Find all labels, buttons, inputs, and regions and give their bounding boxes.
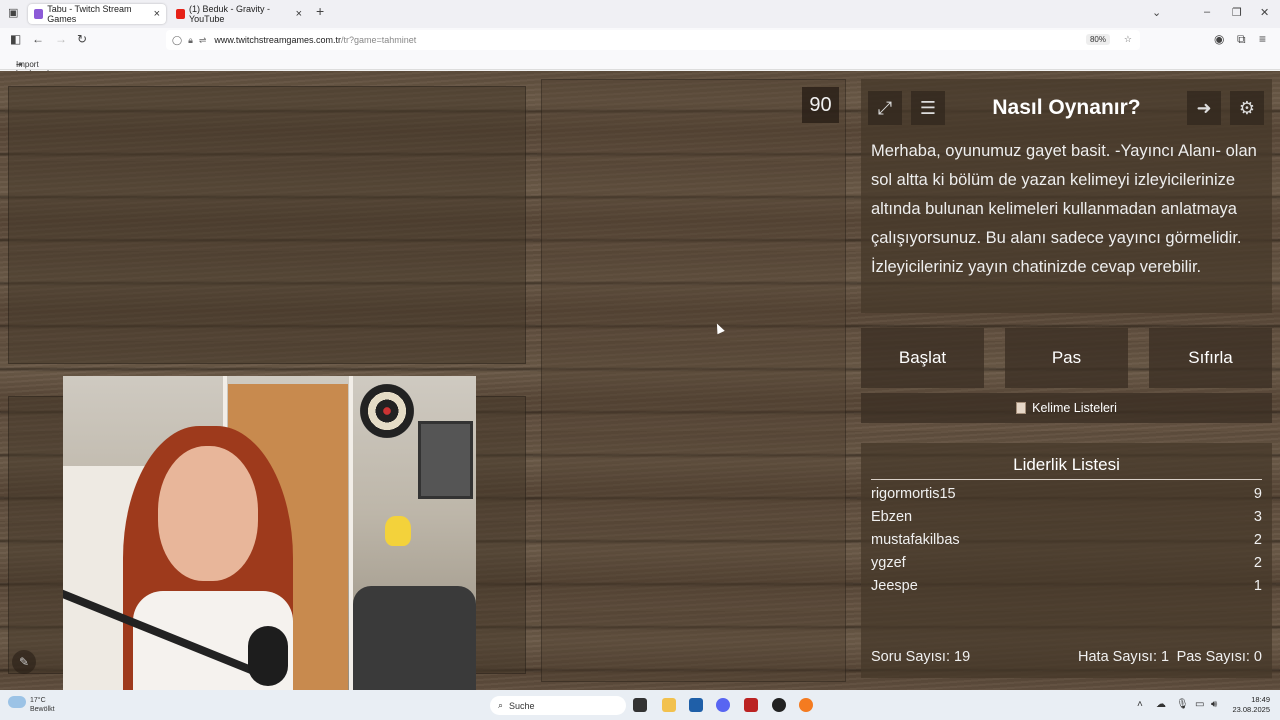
bookmark-star-icon[interactable]: ☆ <box>1124 34 1132 45</box>
close-icon[interactable]: × <box>154 8 160 20</box>
taskbar: 17°C Bewölkt ⌕ Suche ˄ ☁ 🎙︎ ▭ 🔊︎ 18:49 23… <box>0 690 1280 720</box>
firefox-icon[interactable] <box>799 698 813 712</box>
clock-date: 23.08.2025 <box>1232 705 1270 714</box>
voicemeeter-icon[interactable] <box>744 698 758 712</box>
sidebar-icon[interactable]: ◧ <box>10 32 21 46</box>
tab-label: Tabu - Twitch Stream Games <box>47 4 132 24</box>
weather-desc: Bewölkt <box>30 706 55 713</box>
reset-button[interactable]: Sıfırla <box>1149 328 1272 388</box>
chat-panel <box>541 79 846 682</box>
weather-temp: 17°C <box>30 697 46 704</box>
tab-youtube[interactable]: (1) Beduk - Gravity - YouTube × <box>170 4 308 24</box>
player-name: ygzef <box>871 555 906 571</box>
pen-tool-icon[interactable]: ✎ <box>12 650 36 674</box>
clock[interactable]: 18:49 23.08.2025 <box>1232 695 1270 715</box>
dartboard <box>360 384 414 438</box>
new-tab-icon[interactable]: + <box>316 3 324 19</box>
url-path: /tr?game=tahminet <box>340 35 417 45</box>
zoom-badge[interactable]: 80% <box>1085 34 1110 45</box>
word-panel <box>8 86 526 364</box>
window-close-icon[interactable]: ✕ <box>1260 6 1269 19</box>
clock-time: 18:49 <box>1251 695 1270 704</box>
pass-count: Pas Sayısı: 0 <box>1176 649 1262 665</box>
maximize-icon[interactable]: ❐ <box>1232 6 1242 19</box>
discord-icon[interactable] <box>716 698 730 712</box>
microphone <box>248 626 288 686</box>
player-name: Jeespe <box>871 578 918 594</box>
mic-icon[interactable]: 🎙︎ <box>1176 699 1189 710</box>
leaderboard-row: mustafakilbas 2 <box>871 532 1262 555</box>
picture-frame <box>418 421 473 499</box>
minimize-icon[interactable]: – <box>1204 6 1210 18</box>
tab-tabu[interactable]: Tabu - Twitch Stream Games × <box>28 4 166 24</box>
divider <box>871 479 1262 480</box>
leaderboard-row: rigormortis15 9 <box>871 486 1262 509</box>
tab-overview-icon[interactable]: ▣ <box>8 6 18 19</box>
search-label: Suche <box>509 700 535 711</box>
question-count: Soru Sayısı: 19 <box>871 649 971 665</box>
file-explorer-icon[interactable] <box>662 698 676 712</box>
start-button[interactable]: Başlat <box>861 328 984 388</box>
cloud-icon <box>8 696 26 708</box>
twitch-favicon-icon <box>34 9 44 19</box>
cloud-sync-icon[interactable]: ☁ <box>1156 699 1166 710</box>
task-view-icon[interactable] <box>633 698 647 712</box>
word-lists-button[interactable]: Kelime Listeleri <box>861 393 1272 423</box>
player-score: 1 <box>1253 578 1262 594</box>
player-score: 2 <box>1253 555 1262 571</box>
webcam-overlay <box>63 376 476 720</box>
display-icon[interactable]: ▭ <box>1195 699 1204 710</box>
obs-icon[interactable] <box>772 698 786 712</box>
chevron-down-icon[interactable]: ⌄ <box>1152 6 1161 19</box>
url-host: www.twitchstreamgames.com.tr <box>214 35 341 45</box>
leaderboard-row: Ebzen 3 <box>871 509 1262 532</box>
logout-icon[interactable]: ➜ <box>1187 91 1221 125</box>
permissions-icon[interactable]: ⇌ <box>199 35 207 46</box>
player-name: Ebzen <box>871 509 913 525</box>
player-score: 3 <box>1253 509 1262 525</box>
leaderboard: Liderlik Listesi rigormortis15 9 Ebzen 3 m… <box>861 443 1272 678</box>
tab-bar: ▣ Tabu - Twitch Stream Games × (1) Beduk… <box>0 0 1280 28</box>
back-icon[interactable]: ← <box>32 32 44 46</box>
error-count: Hata Sayısı: 1 <box>1078 649 1170 665</box>
pass-button[interactable]: Pas <box>1005 328 1128 388</box>
player-score: 9 <box>1253 486 1262 502</box>
howto-text: Merhaba, oyunumuz gayet basit. -Yayıncı … <box>871 142 1257 276</box>
url-bar[interactable]: ◯ 🔒︎ ⇌ www.twitchstreamgames.com.tr/tr?g… <box>166 30 1140 50</box>
timer: 90 <box>802 87 839 123</box>
gear-icon[interactable]: ⚙ <box>1230 91 1264 125</box>
leaderboard-row: ygzef 2 <box>871 555 1262 578</box>
taskbar-search[interactable]: ⌕ Suche <box>490 696 626 715</box>
lock-icon[interactable]: 🔒︎ <box>188 35 193 46</box>
player-score: 2 <box>1253 532 1262 548</box>
streamer-face <box>158 446 258 581</box>
extensions-icon[interactable]: ⧉ <box>1237 32 1246 47</box>
shield-icon[interactable]: ◯ <box>172 35 182 46</box>
tab-label: (1) Beduk - Gravity - YouTube <box>188 4 271 24</box>
account-icon[interactable]: ◉ <box>1214 32 1224 46</box>
reload-icon[interactable]: ↻ <box>77 32 87 46</box>
url-text[interactable]: www.twitchstreamgames.com.tr/tr?game=tah… <box>214 35 416 45</box>
player-name: mustafakilbas <box>871 532 960 548</box>
weather-widget[interactable]: 17°C Bewölkt <box>8 696 55 714</box>
youtube-favicon-icon <box>176 9 185 19</box>
word-lists-label: Kelime Listeleri <box>1032 401 1117 415</box>
plush-toy <box>385 516 411 546</box>
leaderboard-title: Liderlik Listesi <box>1013 455 1120 474</box>
volume-icon[interactable]: 🔊︎ <box>1211 699 1217 710</box>
search-icon: ⌕ <box>498 700 504 710</box>
menu-icon[interactable]: ≡ <box>1259 32 1266 46</box>
bookmarks-bar: ⇥ Import bookmarks... <box>0 52 1280 78</box>
forward-icon[interactable]: → <box>55 32 67 46</box>
tray-chevron-icon[interactable]: ˄ <box>1137 699 1143 710</box>
notebook-icon <box>1016 402 1027 414</box>
howto-panel: ⤢ ☰ Nasıl Oynanır? ➜ ⚙ Merhaba, oyunumuz… <box>861 79 1272 313</box>
leaderboard-row: Jeespe 1 <box>871 578 1262 601</box>
nav-bar: ◧ ← → ↻ ◯ 🔒︎ ⇌ www.twitchstreamgames.com… <box>0 28 1280 52</box>
store-icon[interactable] <box>689 698 703 712</box>
player-name: rigormortis15 <box>871 486 956 502</box>
close-icon[interactable]: × <box>296 8 302 20</box>
